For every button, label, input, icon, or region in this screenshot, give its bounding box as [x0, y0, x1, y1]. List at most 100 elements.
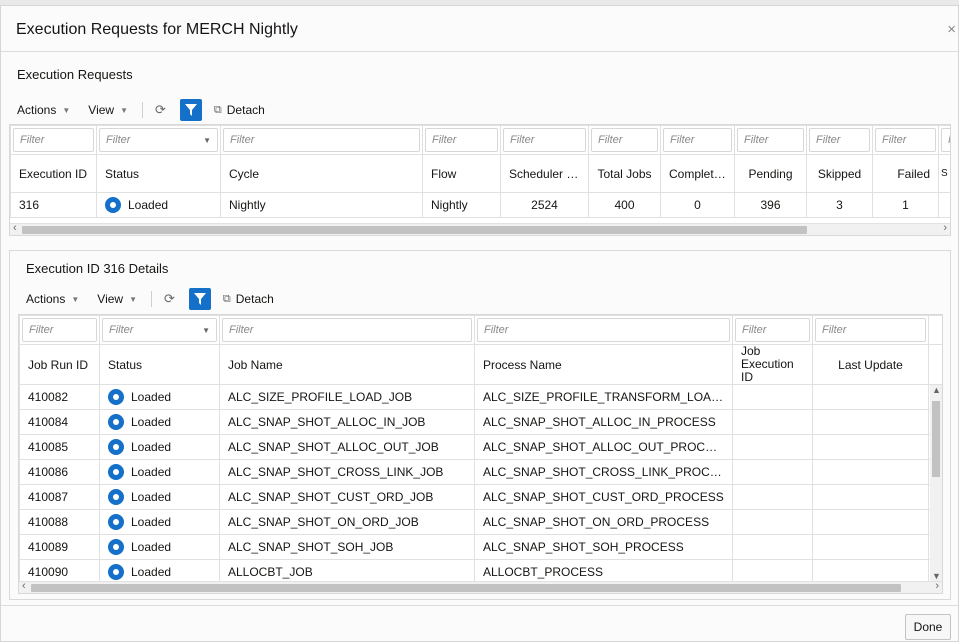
view-label: View — [88, 103, 115, 117]
column-header[interactable]: Scheduler Day — [500, 154, 589, 193]
job-details-table: Filter Filter ▼ Filter Filter Filter Filter Jo… — [18, 314, 943, 594]
job-name-cell: ALC_SIZE_PROFILE_LOAD_JOB — [219, 384, 475, 410]
horizontal-scrollbar[interactable]: ‹ › — [19, 580, 942, 593]
column-header[interactable]: Completed — [660, 154, 735, 193]
horizontal-scrollbar[interactable]: ‹ › — [10, 222, 950, 235]
column-header[interactable]: Failed — [872, 154, 939, 193]
process-name-cell: ALC_SNAP_SHOT_ON_ORD_PROCESS — [474, 509, 733, 535]
column-header[interactable]: S H — [938, 154, 950, 193]
column-header[interactable]: Skipped — [806, 154, 873, 193]
filter-toggle-button[interactable] — [179, 99, 202, 121]
actions-menu[interactable]: Actions ▼ — [17, 103, 70, 117]
scrollbar-thumb[interactable] — [31, 584, 901, 592]
requests-toolbar: Actions ▼ View ▼ ⟳ ⧉ Detach — [17, 98, 283, 122]
last-update-cell — [812, 434, 929, 460]
column-header[interactable]: Job Execution ID — [732, 344, 813, 385]
filter-input[interactable]: Filter — [22, 318, 97, 342]
status-indicator: Loaded — [108, 439, 211, 455]
table-row[interactable]: 316 Loaded Nightly Nightly 2524 400 0 396 3 1 — [10, 192, 950, 218]
header-row: Job Run ID Status Job Name Process Name Job … — [19, 344, 942, 385]
filter-cell: Filter — [872, 125, 939, 155]
filter-placeholder: Filter — [598, 134, 623, 146]
table-row[interactable]: 410089 Loaded ALC_SNAP_SHOT_SOH_JOB ALC_SNA… — [19, 534, 942, 560]
job-run-id-cell: 410087 — [19, 484, 100, 510]
filter-input[interactable]: Filter — [663, 128, 732, 152]
table-row[interactable]: 410085 Loaded ALC_SNAP_SHOT_ALLOC_OUT_JOB A… — [19, 434, 942, 460]
scheduler-day-cell: 2524 — [500, 192, 589, 218]
scroll-left-icon[interactable]: ‹ — [22, 580, 26, 592]
scroll-right-icon[interactable]: › — [943, 222, 947, 234]
column-header[interactable]: Status — [99, 344, 220, 385]
filter-input[interactable]: Filter — [503, 128, 586, 152]
column-header[interactable]: Execution ID — [10, 154, 97, 193]
table-row[interactable]: 410082 Loaded ALC_SIZE_PROFILE_LOAD_JOB ALC… — [19, 384, 942, 410]
table-row[interactable]: 410084 Loaded ALC_SNAP_SHOT_ALLOC_IN_JOB AL… — [19, 409, 942, 435]
actions-menu[interactable]: Actions ▼ — [26, 292, 79, 306]
detach-button[interactable]: ⧉ Detach — [223, 292, 274, 306]
job-execution-id-cell — [732, 434, 813, 460]
filter-toggle-button[interactable] — [188, 288, 211, 310]
filter-placeholder: Filter — [484, 324, 509, 336]
process-name-cell: ALC_SNAP_SHOT_ALLOC_OUT_PROCESS — [474, 434, 733, 460]
column-header[interactable]: Job Run ID — [19, 344, 100, 385]
filter-input[interactable]: Filter — [737, 128, 804, 152]
detach-button[interactable]: ⧉ Detach — [214, 103, 265, 117]
refresh-icon[interactable]: ⟳ — [164, 291, 175, 307]
filter-input[interactable]: Filter — [223, 128, 420, 152]
filter-input[interactable]: Filter ▼ — [102, 318, 217, 342]
scrollbar-thumb[interactable] — [932, 401, 940, 477]
actions-label: Actions — [26, 292, 66, 306]
filter-input[interactable]: Filter — [875, 128, 936, 152]
column-header[interactable]: Flow — [422, 154, 501, 193]
filter-cell: Filter — [732, 315, 813, 345]
column-header[interactable]: Job Name — [219, 344, 475, 385]
refresh-icon[interactable]: ⟳ — [155, 102, 166, 118]
filter-input[interactable]: Filter — [809, 128, 870, 152]
chevron-down-icon: ▼ — [203, 135, 211, 145]
column-header[interactable]: Status — [96, 154, 221, 193]
job-execution-id-cell — [732, 484, 813, 510]
process-name-cell: ALC_SNAP_SHOT_ALLOC_IN_PROCESS — [474, 409, 733, 435]
status-label: Loaded — [131, 440, 172, 454]
scroll-left-icon[interactable]: ‹ — [13, 222, 17, 234]
table-row[interactable]: 410088 Loaded ALC_SNAP_SHOT_ON_ORD_JOB ALC_… — [19, 509, 942, 535]
filter-input[interactable]: Filter — [477, 318, 730, 342]
filter-input[interactable]: Filter — [222, 318, 472, 342]
job-execution-id-cell — [732, 409, 813, 435]
table-row[interactable]: 410086 Loaded ALC_SNAP_SHOT_CROSS_LINK_JOB… — [19, 459, 942, 485]
view-menu[interactable]: View ▼ — [88, 103, 128, 117]
column-header[interactable]: Last Update — [812, 344, 929, 385]
vertical-scrollbar[interactable]: ▲ ▼ — [930, 385, 942, 581]
filter-input[interactable]: Filter ▼ — [99, 128, 218, 152]
close-icon[interactable]: × — [947, 21, 956, 38]
column-header[interactable]: Cycle — [220, 154, 423, 193]
filter-input[interactable]: Filter — [941, 128, 950, 152]
view-menu[interactable]: View ▼ — [97, 292, 137, 306]
filter-input[interactable]: Filter — [13, 128, 94, 152]
job-run-id-cell: 410088 — [19, 509, 100, 535]
scrollbar-thumb[interactable] — [22, 226, 807, 234]
filter-input[interactable]: Filter — [735, 318, 810, 342]
filter-cell: Filter — [10, 125, 97, 155]
filter-input[interactable]: Filter — [815, 318, 926, 342]
status-indicator: Loaded — [108, 564, 211, 580]
table-row[interactable]: 410087 Loaded ALC_SNAP_SHOT_CUST_ORD_JOB AL… — [19, 484, 942, 510]
done-button[interactable]: Done — [905, 614, 951, 640]
detach-icon: ⧉ — [213, 103, 222, 116]
filter-cell — [928, 315, 942, 345]
job-name-cell: ALC_SNAP_SHOT_ON_ORD_JOB — [219, 509, 475, 535]
filter-placeholder: Filter — [670, 134, 695, 146]
column-header[interactable]: Pending — [734, 154, 807, 193]
filter-input[interactable]: Filter — [425, 128, 498, 152]
job-run-id-cell: 410082 — [19, 384, 100, 410]
column-header[interactable]: Total Jobs — [588, 154, 661, 193]
status-loaded-icon — [108, 564, 124, 580]
column-header[interactable]: Process Name — [474, 344, 733, 385]
view-label: View — [97, 292, 124, 306]
scroll-up-icon[interactable]: ▲ — [932, 385, 941, 395]
process-name-cell: ALC_SNAP_SHOT_SOH_PROCESS — [474, 534, 733, 560]
scroll-right-icon[interactable]: › — [935, 580, 939, 592]
status-indicator: Loaded — [108, 414, 211, 430]
filter-input[interactable]: Filter — [591, 128, 658, 152]
filter-placeholder: Filter — [822, 324, 847, 336]
